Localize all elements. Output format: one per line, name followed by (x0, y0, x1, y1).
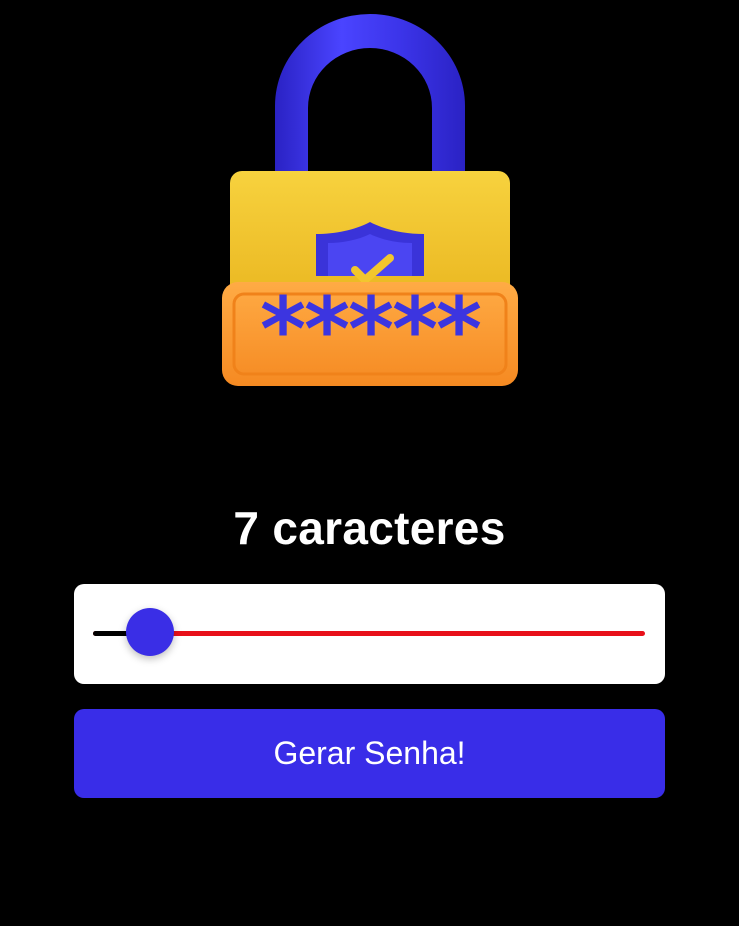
padlock-icon: ***** (222, 14, 518, 386)
padlock-illustration: ***** (210, 8, 530, 393)
length-slider-track[interactable] (93, 631, 645, 636)
length-slider-thumb[interactable] (126, 608, 175, 656)
shackle-shape (275, 14, 465, 178)
length-title: 7 caracteres (233, 502, 506, 554)
length-slider-card (74, 584, 665, 684)
generate-password-button[interactable]: Gerar Senha! (74, 709, 665, 798)
password-mask-text: ***** (260, 278, 481, 381)
